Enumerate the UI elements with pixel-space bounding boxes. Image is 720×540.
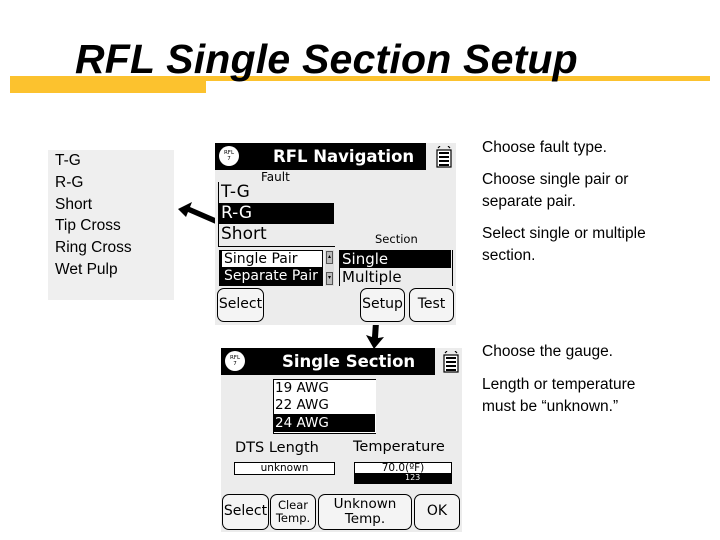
pair-scrollbar[interactable]: ▴ ▾ (325, 250, 334, 286)
arrow-down-icon (366, 322, 384, 349)
pair-option-separate[interactable]: Separate Pair (222, 268, 322, 285)
badge-number: 7 (227, 155, 231, 162)
fault-option[interactable]: Short (219, 224, 334, 245)
gauge-option[interactable]: 19 AWG (274, 380, 375, 397)
instruction-fault-type: Choose fault type. (482, 137, 607, 159)
keypad-mode-text: 123 (405, 473, 421, 482)
instruction-line: Select single or multiple (482, 225, 646, 242)
fault-type-item: T-G (55, 152, 81, 169)
pair-listbox[interactable]: Single Pair Separate Pair (219, 250, 323, 286)
single-section-screen: RFL 7 Single Section 19 AWG 22 AWG 24 AW… (221, 348, 462, 532)
instruction-line: separate pair. (482, 193, 576, 210)
keypad-hint[interactable]: 123 (355, 473, 451, 483)
instruction-pair: Choose single pair or separate pair. (482, 169, 628, 213)
temperature-value: 70.0(ºF) (381, 462, 425, 474)
screen-title: RFL Navigation (273, 147, 415, 166)
section-label: Section (375, 232, 418, 246)
battery-icon (443, 351, 459, 373)
rfl-navigation-screen: RFL 7 RFL Navigation Fault T-G R-G Short… (215, 143, 456, 325)
screen-title-bar: RFL 7 RFL Navigation (215, 143, 426, 170)
rfl-logo-icon: RFL 7 (225, 351, 245, 371)
scroll-down-icon[interactable]: ▾ (326, 272, 333, 285)
fault-type-item: R-G (55, 173, 84, 191)
scroll-up-icon[interactable]: ▴ (326, 251, 333, 264)
instruction-unknown: Length or temperature must be “unknown.” (482, 374, 635, 418)
button-label-line: Unknown (333, 496, 397, 513)
fault-types-callout: T-G R-G Short Tip Cross Ring Cross Wet P… (48, 150, 174, 300)
fault-type-item: Tip Cross (55, 217, 121, 235)
gauge-option[interactable]: 22 AWG (274, 397, 375, 414)
dts-length-label: DTS Length (235, 440, 319, 456)
select-button[interactable]: Select (217, 288, 264, 322)
temperature-label: Temperature (353, 439, 445, 455)
screen-title: Single Section (282, 352, 416, 371)
fault-type-item: Wet Pulp (55, 260, 118, 278)
instruction-line: Choose single pair or (482, 171, 629, 188)
instruction-line: section. (482, 247, 536, 264)
section-option[interactable]: Multiple (340, 268, 451, 286)
instruction-section: Select single or multiple section. (482, 223, 646, 267)
fault-option[interactable]: T-G (219, 182, 334, 203)
rfl-logo-icon: RFL 7 (219, 146, 239, 166)
button-label-line: Temp. (344, 511, 386, 527)
battery-icon (436, 146, 452, 168)
section-listbox[interactable]: Single Multiple (339, 250, 453, 286)
fault-type-item: Ring Cross (55, 239, 132, 257)
select-button[interactable]: Select (222, 494, 269, 530)
ok-button[interactable]: OK (414, 494, 460, 530)
dts-length-field[interactable]: unknown (234, 462, 335, 475)
gauge-listbox[interactable]: 19 AWG 22 AWG 24 AWG (273, 379, 376, 434)
fault-type-item: Short (55, 195, 93, 213)
setup-button[interactable]: Setup (360, 288, 405, 322)
instruction-line: Choose fault type. (482, 139, 607, 156)
fault-option-selected[interactable]: R-G (219, 203, 334, 224)
screen-title-bar: RFL 7 Single Section (221, 348, 435, 375)
gauge-option-selected[interactable]: 24 AWG (274, 414, 375, 432)
pair-option-single[interactable]: Single Pair (222, 251, 322, 267)
instruction-gauge: Choose the gauge. (482, 341, 613, 363)
instruction-line: Choose the gauge. (482, 343, 613, 360)
clear-temp-button[interactable]: Clear Temp. (270, 494, 316, 530)
button-label-line: Temp. (275, 511, 311, 525)
instruction-line: must be “unknown.” (482, 398, 619, 415)
temperature-field[interactable]: 70.0(ºF) 123 (354, 462, 452, 484)
section-option-selected[interactable]: Single (340, 250, 451, 268)
unknown-temp-button[interactable]: Unknown Temp. (318, 494, 412, 530)
test-button[interactable]: Test (409, 288, 454, 322)
fault-listbox[interactable]: T-G R-G Short (218, 182, 335, 247)
badge-number: 7 (233, 360, 237, 367)
slide-title: RFL Single Section Setup (75, 36, 578, 82)
instruction-line: Length or temperature (482, 376, 636, 393)
